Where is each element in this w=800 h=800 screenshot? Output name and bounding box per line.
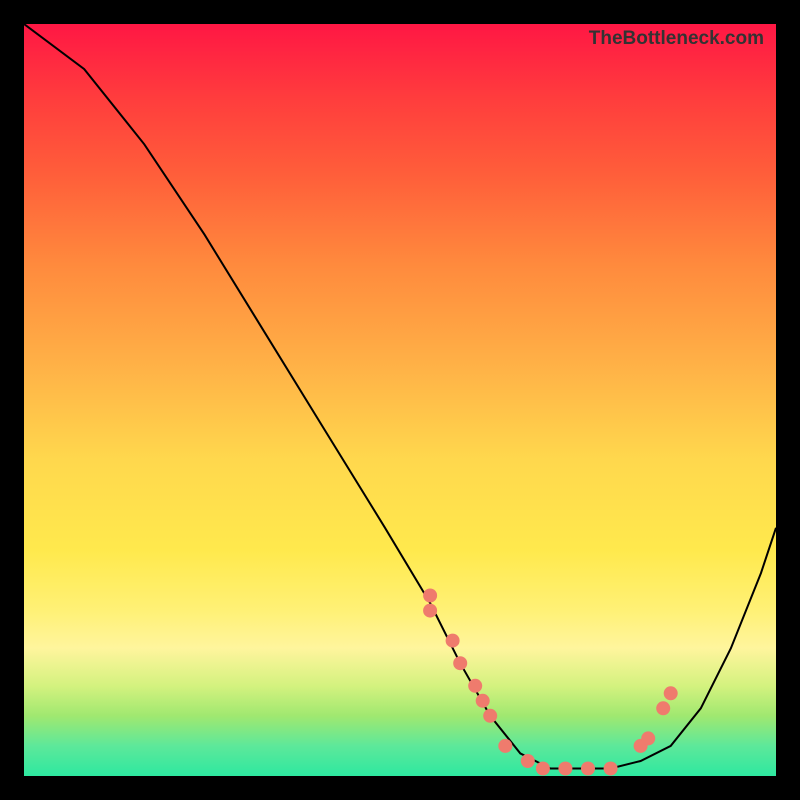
marker-group bbox=[423, 589, 678, 776]
marker-dot bbox=[558, 762, 572, 776]
marker-dot bbox=[641, 731, 655, 745]
marker-dot bbox=[536, 762, 550, 776]
marker-dot bbox=[423, 589, 437, 603]
marker-dot bbox=[604, 762, 618, 776]
marker-dot bbox=[656, 701, 670, 715]
marker-dot bbox=[423, 604, 437, 618]
marker-dot bbox=[498, 739, 512, 753]
marker-dot bbox=[521, 754, 535, 768]
marker-dot bbox=[664, 686, 678, 700]
marker-dot bbox=[468, 679, 482, 693]
marker-dot bbox=[476, 694, 490, 708]
watermark-label: TheBottleneck.com bbox=[589, 28, 764, 50]
chart-svg bbox=[24, 24, 776, 776]
marker-dot bbox=[483, 709, 497, 723]
marker-dot bbox=[581, 762, 595, 776]
plot-area: TheBottleneck.com bbox=[24, 24, 776, 776]
bottleneck-curve bbox=[24, 24, 776, 769]
marker-dot bbox=[446, 634, 460, 648]
marker-dot bbox=[453, 656, 467, 670]
